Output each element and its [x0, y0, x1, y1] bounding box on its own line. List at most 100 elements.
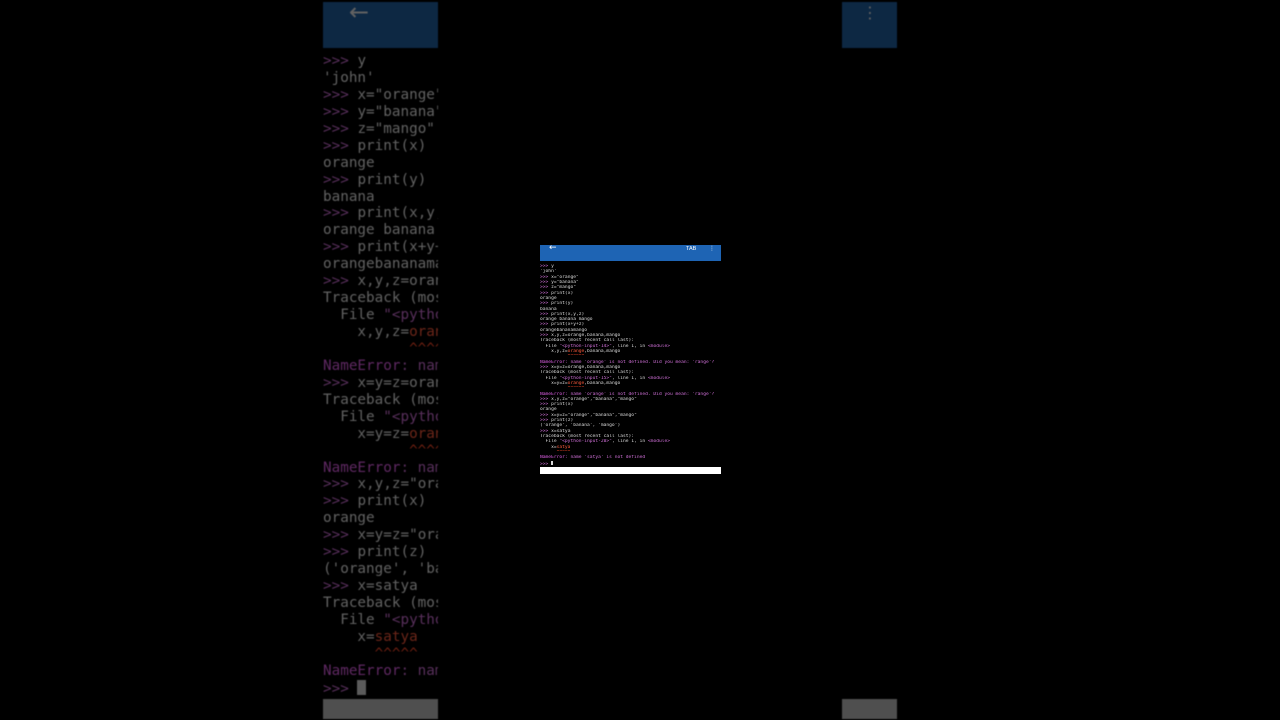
caret-markers: ^^^^^^ — [540, 354, 585, 360]
blurred-code-prefix: x=y=z= — [323, 425, 410, 442]
blurred-code-prefix: x,y,z= — [323, 324, 410, 340]
blurred-prompt: >>> — [323, 171, 349, 188]
code-highlight: satya — [556, 444, 571, 450]
blurred-input-line: >>> print(x) — [323, 493, 438, 510]
blurred-prompt: >>> — [323, 239, 349, 256]
blurred-prompt: >>> — [323, 544, 349, 561]
blurred-input-text: x="orange" — [357, 86, 438, 103]
prompt: >>> — [540, 285, 549, 291]
blurred-prompt: >>> — [323, 86, 349, 103]
blurred-output-line: banana — [323, 189, 438, 206]
blurred-output-line: orange banana mango — [323, 222, 438, 239]
input-text: x,y,z=orange,banana,mango — [551, 333, 621, 339]
blurred-error-message: : name 'orange' is not defined. Did you … — [400, 357, 438, 374]
blurred-input-text: print(y) — [357, 171, 427, 188]
prompt: >>> — [540, 402, 549, 408]
output-text: Traceback (most recent call last): — [540, 434, 635, 439]
blurred-input-text: print(x) — [357, 137, 427, 154]
blurred-output-text: Traceback (most recent call last): — [323, 391, 438, 408]
blurred-traceback-file-line: File "<python-input-14>", line 1, in <mo… — [323, 307, 438, 324]
traceback-module: <module> — [647, 343, 671, 349]
blurred-code-highlight: orange — [409, 425, 438, 442]
blurred-input-line: >>> print(x) — [323, 138, 438, 155]
blurred-output-text: orange — [323, 154, 375, 171]
input-text: print(x,y,z) — [551, 311, 585, 317]
output-text: orange — [540, 295, 557, 301]
input-text: y — [551, 264, 554, 269]
input-text: print(z) — [551, 418, 574, 424]
prompt: >>> — [540, 274, 549, 280]
blurred-error-line: NameError: name 'satya' is not defined — [323, 663, 438, 680]
traceback-prefix: File — [540, 343, 560, 349]
extra-keys-bar[interactable] — [540, 467, 721, 474]
caret-markers: ^^^^^ — [540, 449, 571, 455]
blurred-input-text: z="mango" — [357, 120, 435, 137]
blurred-input-text: print(x,y,z) — [357, 205, 438, 222]
output-text: orange — [540, 407, 557, 413]
code-highlight: orange — [567, 380, 585, 386]
blurred-error-message: : name 'orange' is not defined. Did you … — [400, 459, 438, 476]
blurred-output-line: 'john' — [323, 70, 438, 87]
blurred-traceback-file-line: File "<python-input-20>", line 1, in <mo… — [323, 612, 438, 629]
blurred-prompt: >>> — [323, 374, 349, 391]
blurred-overflow-menu-icon: ⋮ — [862, 3, 878, 22]
code-suffix: ,banana,mango — [584, 349, 621, 354]
blurred-traceback-path: "<python-input-15>" — [383, 408, 438, 425]
input-text: z="mango" — [551, 285, 576, 291]
caret-markers: ^^^^^^ — [540, 386, 585, 392]
traceback-line-info: , line 1, in — [611, 343, 648, 349]
blurred-output-text: banana — [323, 188, 375, 205]
output-text: Traceback (most recent call last): — [540, 370, 635, 376]
blurred-prompt: >>> — [323, 680, 349, 697]
blurred-input-line: >>> print(y) — [323, 172, 438, 189]
blurred-traceback-prefix: File — [323, 408, 384, 425]
video-frame: ← >>> y'john' >>> x="orange" >>> y="banana… — [0, 0, 1280, 720]
error-name: NameError — [540, 359, 565, 365]
blurred-output-line: orange — [323, 155, 438, 172]
input-text: print(x) — [551, 290, 574, 296]
blurred-output-line: Traceback (most recent call last): — [323, 290, 438, 307]
blurred-input-text: x=satya — [357, 578, 418, 595]
blurred-input-line: >>> z="mango" — [323, 121, 438, 138]
traceback-path: "<python-input-15>" — [559, 375, 612, 381]
blurred-prompt: >>> — [323, 527, 349, 544]
blurred-caret-markers: ^^^^^ — [323, 645, 418, 662]
blurred-input-text: print(x+y+z) — [357, 239, 438, 256]
blurred-output-line: Traceback (most recent call last): — [323, 595, 438, 612]
blurred-output-text: orange — [323, 510, 375, 527]
blurred-output-text: ('orange', 'banana', 'mango') — [323, 561, 438, 578]
tab-button[interactable]: TAB — [686, 246, 696, 252]
blurred-background-left: ← >>> y'john' >>> x="orange" >>> y="banana… — [323, 0, 438, 720]
prompt: >>> — [540, 290, 549, 296]
app-bar: ← TAB ⋮ — [540, 245, 721, 261]
blurred-error-name: NameError — [323, 357, 401, 374]
blurred-traceback-file-line: File "<python-input-15>", line 1, in <mo… — [323, 409, 438, 426]
input-text: x=satya — [551, 428, 571, 434]
python-repl-terminal[interactable]: >>> y'john' >>> x="orange" >>> y="banana" >… — [540, 264, 721, 466]
blurred-traceback-path: "<python-input-14>" — [383, 307, 438, 324]
error-message: : name 'orange' is not defined. Did you … — [564, 359, 715, 365]
code-suffix: ,banana,mango — [584, 380, 621, 386]
blurred-output-text: Traceback (most recent call last): — [323, 595, 438, 611]
phone-screen: ← TAB ⋮ >>> y'john' >>> x="orange" >>> y="… — [540, 245, 721, 474]
blurred-input-line: >>> x=y=z="orange","banana","mango" — [323, 527, 438, 544]
prompt: >>> — [540, 428, 549, 434]
blurred-input-line: >>> y — [323, 53, 438, 70]
blurred-caret-line: ^^^^^^ — [323, 341, 438, 358]
blurred-input-line: >>> print(x+y+z) — [323, 239, 438, 256]
prompt: >>> — [540, 412, 549, 418]
overflow-menu-icon[interactable]: ⋮ — [709, 246, 715, 254]
prompt: >>> — [540, 311, 549, 317]
blurred-output-text: 'john' — [323, 69, 375, 86]
output-text: ('orange', 'banana', 'mango') — [540, 423, 621, 429]
code-prefix: x,y,z= — [540, 349, 568, 354]
back-arrow-icon[interactable]: ← — [549, 245, 561, 256]
error-name: NameError — [540, 455, 565, 461]
blurred-input-text: x=y=z=orange,banana,mango — [357, 374, 438, 391]
blurred-input-text: y="banana" — [357, 103, 438, 120]
blurred-prompt: >>> — [323, 205, 349, 222]
code-prefix: x=y=z= — [540, 380, 568, 386]
active-prompt-line: >>> — [540, 460, 721, 466]
error-name: NameError — [540, 391, 565, 397]
blurred-input-line: >>> x="orange" — [323, 87, 438, 104]
